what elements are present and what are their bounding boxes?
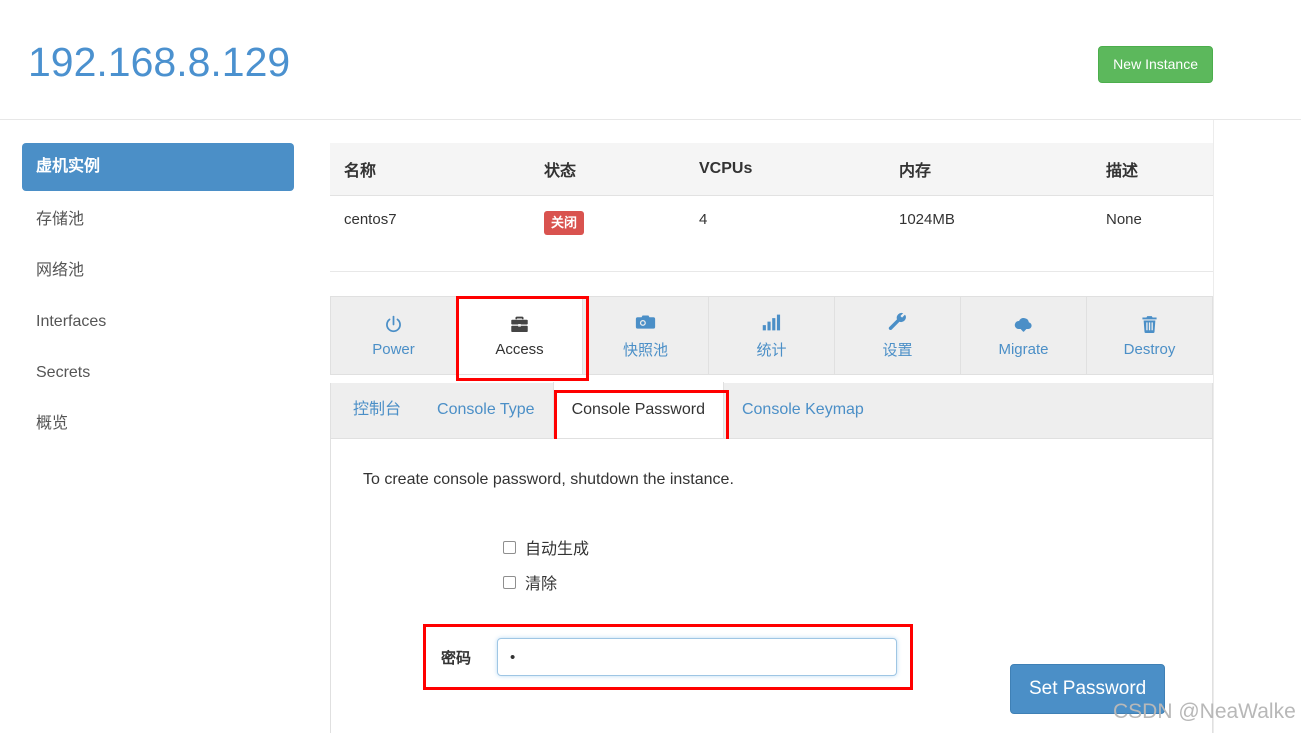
- sidebar-item-interfaces[interactable]: Interfaces: [22, 300, 294, 344]
- toolbar-label-power: Power: [372, 340, 415, 358]
- tab-console-password[interactable]: Console Password: [552, 382, 730, 442]
- action-toolbar: Power Access 快照池 统计 设置 Migrate Destroy: [330, 296, 1213, 381]
- instances-table: 名称 状态 VCPUs 内存 描述 centos7 关闭 4 1024MB No…: [330, 143, 1213, 272]
- cell-instance-description: None: [1092, 195, 1213, 272]
- checkbox-label-clear: 清除: [525, 576, 558, 593]
- camera-icon: [635, 312, 656, 334]
- table-header: 名称 状态 VCPUs 内存 描述: [330, 143, 1213, 196]
- tab-console-keymap[interactable]: Console Keymap: [724, 382, 882, 438]
- checkbox-auto-generate[interactable]: [503, 540, 516, 554]
- sidebar-item-virtual-machines[interactable]: 虚机实例: [22, 143, 294, 191]
- toolbar-item-snapshots[interactable]: 快照池: [583, 297, 709, 374]
- cell-instance-vcpus: 4: [685, 195, 885, 272]
- new-instance-button[interactable]: New Instance: [1098, 46, 1213, 83]
- toolbar-label-settings: 设置: [882, 341, 913, 359]
- toolbar-label-statistics: 统计: [756, 341, 787, 359]
- tab-console-type[interactable]: Console Type: [419, 382, 553, 438]
- column-header-memory: 内存: [885, 143, 1092, 196]
- sidebar-item-overview[interactable]: 概览: [22, 402, 294, 446]
- checkbox-group: 自动生成 清除: [503, 535, 1212, 594]
- column-header-state: 状态: [530, 143, 685, 196]
- password-label: 密码: [441, 650, 472, 667]
- cell-instance-memory: 1024MB: [885, 195, 1092, 272]
- briefcase-icon: [509, 314, 530, 336]
- checkbox-row-clear[interactable]: 清除: [503, 570, 1212, 594]
- sidebar-item-network-pool[interactable]: 网络池: [22, 249, 294, 293]
- toolbar-item-access[interactable]: Access: [456, 296, 589, 381]
- password-input[interactable]: [497, 638, 897, 676]
- toolbar-item-destroy[interactable]: Destroy: [1087, 297, 1212, 374]
- panel-hint-text: To create console password, shutdown the…: [363, 471, 734, 488]
- right-divider: [1213, 120, 1214, 733]
- cell-instance-state: 关闭: [530, 195, 685, 272]
- column-header-vcpus: VCPUs: [685, 143, 885, 196]
- toolbar-label-migrate: Migrate: [998, 340, 1049, 358]
- password-field-group: 密码: [423, 624, 913, 690]
- toolbar-label-snapshots: 快照池: [622, 341, 668, 359]
- checkbox-row-auto-generate[interactable]: 自动生成: [503, 535, 1212, 559]
- column-header-name: 名称: [330, 143, 530, 196]
- tab-console[interactable]: 控制台: [331, 382, 419, 438]
- cell-instance-name[interactable]: centos7: [330, 195, 530, 272]
- bar-chart-icon: [761, 312, 782, 334]
- main-content: 名称 状态 VCPUs 内存 描述 centos7 关闭 4 1024MB No…: [330, 143, 1213, 733]
- toolbar-label-access: Access: [495, 340, 544, 358]
- status-badge: 关闭: [544, 211, 585, 235]
- column-header-description: 描述: [1092, 143, 1213, 196]
- table-header-row: 名称 状态 VCPUs 内存 描述: [330, 143, 1213, 196]
- trash-icon: [1139, 314, 1160, 336]
- table-body: centos7 关闭 4 1024MB None: [330, 195, 1213, 272]
- cloud-download-icon: [1013, 314, 1034, 336]
- wrench-icon: [887, 312, 908, 334]
- power-icon: [383, 314, 404, 336]
- toolbar-item-statistics[interactable]: 统计: [709, 297, 835, 374]
- console-password-panel: To create console password, shutdown the…: [330, 439, 1213, 733]
- console-tabs: 控制台 Console Type Console Password Consol…: [330, 382, 1213, 442]
- toolbar-item-migrate[interactable]: Migrate: [961, 297, 1087, 374]
- page-title: 192.168.8.129: [28, 39, 291, 85]
- toolbar-item-settings[interactable]: 设置: [835, 297, 961, 374]
- toolbar-item-power[interactable]: Power: [331, 297, 457, 374]
- app-page: 192.168.8.129 New Instance 虚机实例 存储池 网络池 …: [0, 0, 1301, 733]
- checkbox-clear[interactable]: [503, 575, 516, 589]
- toolbar-label-destroy: Destroy: [1123, 340, 1176, 358]
- set-password-button[interactable]: Set Password: [1010, 664, 1166, 714]
- table-row[interactable]: centos7 关闭 4 1024MB None: [330, 195, 1213, 272]
- checkbox-label-auto-generate: 自动生成: [525, 541, 590, 558]
- page-header: 192.168.8.129 New Instance: [0, 0, 1301, 120]
- sidebar-item-storage-pool[interactable]: 存储池: [22, 198, 294, 242]
- sidebar: 虚机实例 存储池 网络池 Interfaces Secrets 概览: [22, 143, 294, 453]
- sidebar-item-secrets[interactable]: Secrets: [22, 351, 294, 395]
